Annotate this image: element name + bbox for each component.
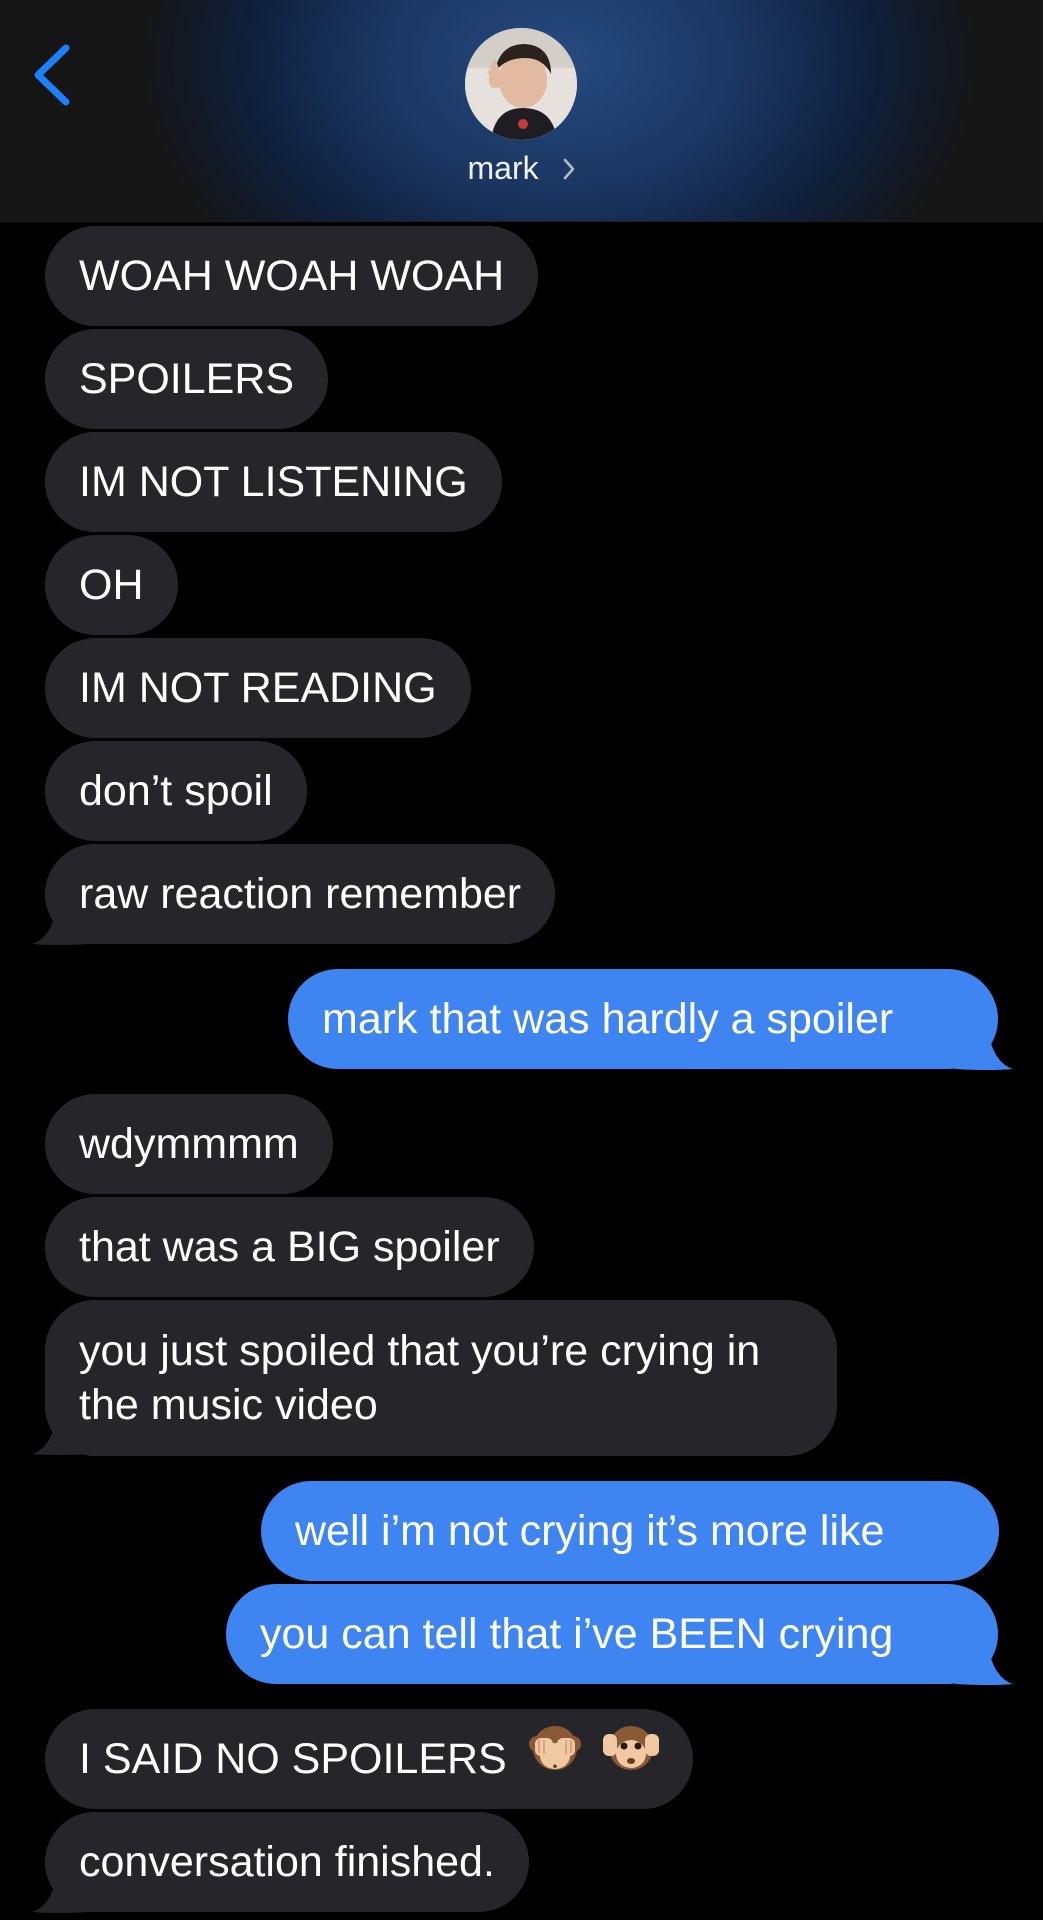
message-text: IM NOT READING [79, 664, 437, 712]
chevron-right-icon [562, 152, 576, 189]
message-text: I SAID NO SPOILERS [79, 1735, 507, 1783]
contact-avatar[interactable] [465, 28, 577, 140]
message-bubble-outgoing[interactable]: you can tell that i’ve BEEN crying [226, 1584, 998, 1684]
message-text: conversation finished. [79, 1838, 495, 1886]
message-text: raw reaction remember [79, 870, 522, 918]
message-bubble-incoming[interactable]: OH [45, 535, 178, 635]
back-button[interactable] [28, 40, 84, 110]
avatar-photo [465, 28, 577, 140]
message-bubble-incoming[interactable]: IM NOT LISTENING [45, 432, 502, 532]
message-bubble-incoming[interactable]: I SAID NO SPOILERS [45, 1709, 693, 1809]
conversation-header: mark [0, 0, 1043, 222]
message-text: OH [79, 561, 144, 609]
message-text: mark that was hardly a spoiler [322, 995, 894, 1043]
message-bubble-outgoing[interactable]: well i’m not crying it’s more like [261, 1481, 999, 1581]
message-bubble-incoming[interactable]: IM NOT READING [45, 638, 471, 738]
message-text: don’t spoil [79, 767, 273, 815]
message-bubble-incoming[interactable]: wdymmmm [45, 1094, 333, 1194]
message-text: you can tell that i’ve BEEN crying [260, 1610, 894, 1658]
message-bubble-incoming[interactable]: conversation finished. [45, 1812, 529, 1912]
hear-no-evil-monkey-icon [602, 1712, 659, 1812]
message-text: SPOILERS [79, 355, 295, 403]
message-text: you just spoiled that you’re crying in t… [79, 1327, 761, 1429]
message-text: IM NOT LISTENING [79, 458, 468, 506]
message-text: WOAH WOAH WOAH [79, 252, 505, 300]
message-text: that was a BIG spoiler [79, 1223, 500, 1271]
message-bubble-incoming[interactable]: that was a BIG spoiler [45, 1197, 534, 1297]
message-text: well i’m not crying it’s more like [295, 1507, 885, 1555]
contact-name-button[interactable]: mark [0, 150, 1043, 189]
message-bubble-incoming[interactable]: raw reaction remember [45, 844, 556, 944]
chevron-left-icon [34, 44, 70, 106]
contact-name: mark [467, 150, 539, 186]
message-bubble-incoming[interactable]: you just spoiled that you’re crying in t… [45, 1300, 837, 1456]
message-bubble-incoming[interactable]: SPOILERS [45, 329, 329, 429]
message-bubble-outgoing[interactable]: mark that was hardly a spoiler [288, 969, 998, 1069]
see-no-evil-monkey-icon [527, 1712, 583, 1812]
message-bubble-incoming[interactable]: don’t spoil [45, 741, 307, 841]
message-bubble-incoming[interactable]: WOAH WOAH WOAH [45, 226, 539, 326]
message-text: wdymmmm [79, 1120, 299, 1168]
